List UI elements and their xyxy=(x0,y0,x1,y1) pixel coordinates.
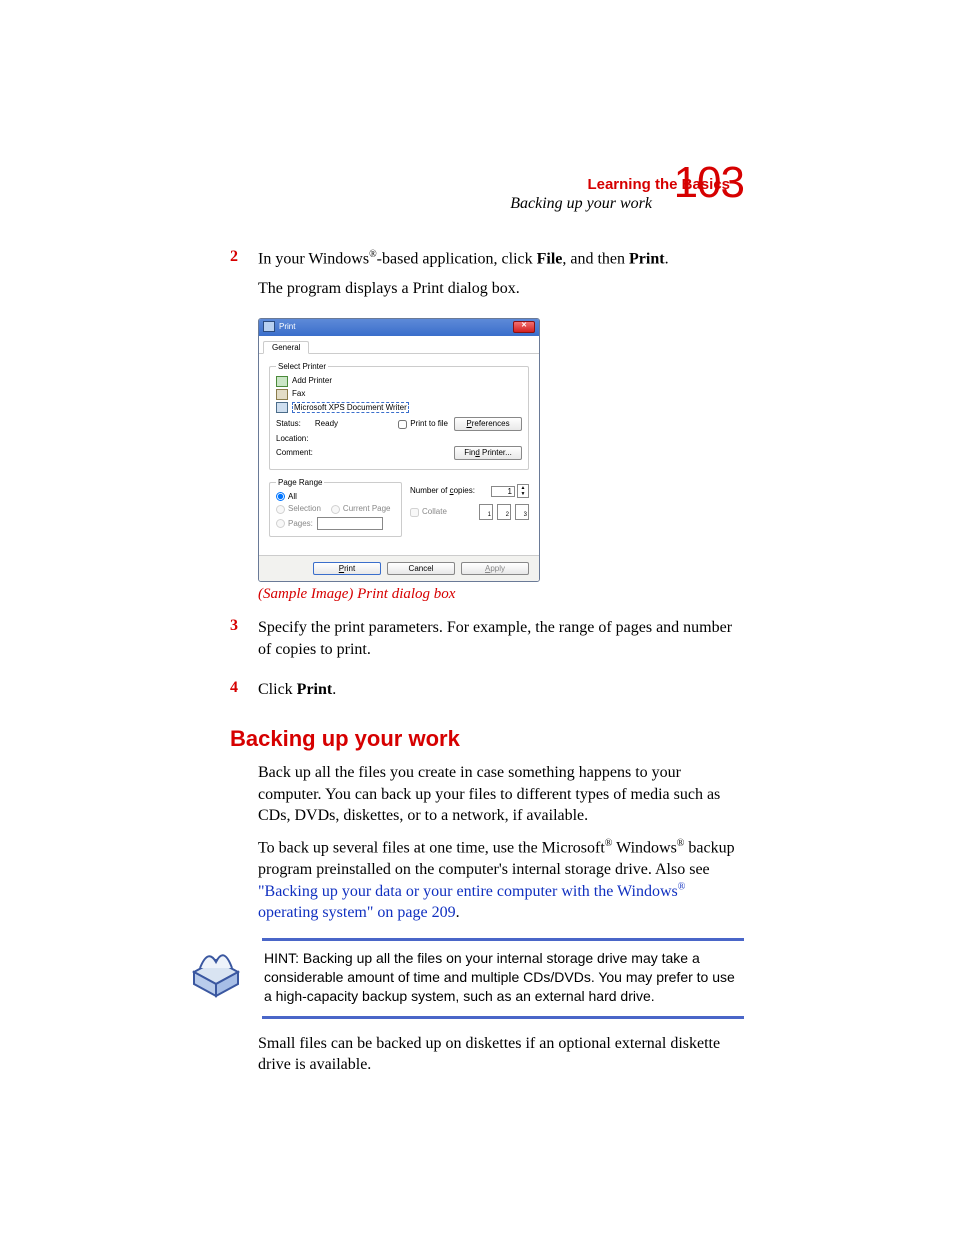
preferences-button[interactable]: PPreferencesreferences xyxy=(454,417,522,431)
print-to-file-checkbox[interactable]: Print to file xyxy=(398,419,448,429)
step-4: 4 Click Print. xyxy=(230,679,744,709)
copies-input[interactable] xyxy=(491,486,515,497)
print-button[interactable]: Print xyxy=(313,562,381,576)
hint-text: HINT: Backing up all the files on your i… xyxy=(262,938,744,1019)
close-button[interactable]: ✕ xyxy=(513,321,535,333)
location-label: Location: xyxy=(276,434,308,444)
find-printer-button[interactable]: Find Printer... xyxy=(454,446,522,460)
step-4-text: Click Print. xyxy=(258,679,744,701)
status-label: Status: xyxy=(276,419,301,429)
section-title: Backing up your work xyxy=(230,726,744,752)
printer-item-fax[interactable]: Fax xyxy=(276,389,522,400)
step-number: 3 xyxy=(230,617,258,668)
body-paragraph-1: Back up all the files you create in case… xyxy=(258,762,744,827)
tab-general[interactable]: General xyxy=(263,341,309,355)
page-range-legend: Page Range xyxy=(276,478,324,488)
range-current-radio[interactable]: Current Page xyxy=(331,504,391,514)
select-printer-legend: Select Printer xyxy=(276,362,328,372)
printer-item-add[interactable]: Add Printer xyxy=(276,376,522,387)
step-number: 2 xyxy=(230,248,258,308)
chapter-name: Learning the Basics xyxy=(587,176,730,193)
apply-button[interactable]: Apply xyxy=(461,562,529,576)
range-selection-radio[interactable]: Selection xyxy=(276,504,321,514)
page-range-group: Page Range All Selection Current Page Pa… xyxy=(269,478,402,537)
step-3-text: Specify the print parameters. For exampl… xyxy=(258,617,744,660)
figure-caption: (Sample Image) Print dialog box xyxy=(258,586,744,603)
running-header: Learning the Basics Backing up your work xyxy=(510,170,744,213)
section-running-title: Backing up your work xyxy=(510,195,652,213)
body-paragraph-3: Small files can be backed up on diskette… xyxy=(258,1033,744,1076)
step-2-text: In your Windows®-based application, clic… xyxy=(258,248,744,270)
pages-input[interactable] xyxy=(317,517,383,530)
fax-icon xyxy=(276,389,288,400)
range-all-radio[interactable]: All xyxy=(276,492,395,502)
dialog-titlebar: Print ✕ xyxy=(259,319,539,336)
printer-item-xps[interactable]: Microsoft XPS Document Writer xyxy=(276,402,522,414)
hint-block: HINT: Backing up all the files on your i… xyxy=(188,938,744,1019)
step-2: 2 In your Windows®-based application, cl… xyxy=(230,248,744,308)
xref-link[interactable]: "Backing up your data or your entire com… xyxy=(258,883,685,922)
step-number: 4 xyxy=(230,679,258,709)
step-2-follow: The program displays a Print dialog box. xyxy=(258,278,744,300)
collate-checkbox[interactable]: Collate xyxy=(410,507,447,517)
comment-label: Comment: xyxy=(276,448,313,458)
print-dialog: Print ✕ General Select Printer Add Print… xyxy=(258,318,540,583)
printer-icon xyxy=(263,321,275,332)
dialog-title: Print xyxy=(279,322,295,332)
status-value: Ready xyxy=(315,419,338,429)
xps-icon xyxy=(276,402,288,413)
select-printer-group: Select Printer Add Printer Fax Microsoft… xyxy=(269,362,529,470)
collate-illustration: 1 2 3 xyxy=(479,504,529,520)
add-printer-icon xyxy=(276,376,288,387)
body-paragraph-2: To back up several files at one time, us… xyxy=(258,837,744,924)
step-3: 3 Specify the print parameters. For exam… xyxy=(230,617,744,668)
hint-box-icon xyxy=(188,938,244,998)
copies-spinner[interactable]: ▲▼ xyxy=(517,484,529,498)
range-pages-radio[interactable]: Pages: xyxy=(276,519,313,529)
cancel-button[interactable]: Cancel xyxy=(387,562,455,576)
copies-label: Number of copies: xyxy=(410,486,475,496)
